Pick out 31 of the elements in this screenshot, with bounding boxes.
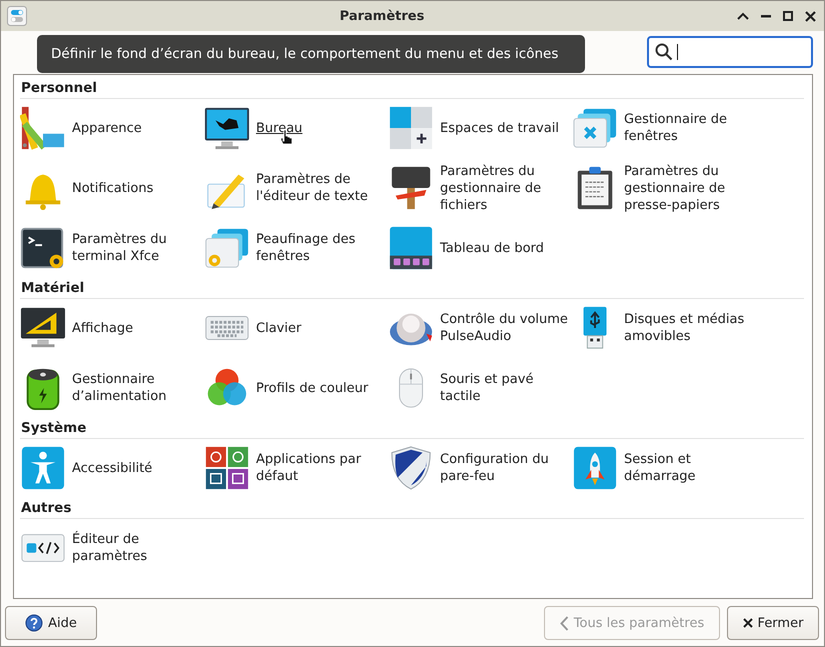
section-heading: Système (20, 419, 804, 439)
settings-item[interactable]: Paramètres de l'éditeur de texte (256, 171, 384, 205)
section-heading: Personnel (20, 79, 804, 99)
section-heading: Autres (20, 499, 804, 519)
settings-item[interactable]: Bureau (256, 120, 384, 136)
settings-item[interactable]: Gestionnaire d’alimentation (72, 371, 200, 405)
settings-item[interactable]: Éditeur de paramètres (72, 531, 200, 565)
section-heading: Matériel (20, 279, 804, 299)
settings-item[interactable]: Espaces de travail (440, 120, 568, 136)
settings-item[interactable]: Applications par défaut (256, 451, 384, 485)
settings-item[interactable]: Clavier (256, 320, 384, 336)
settings-item[interactable]: Disques et médias amovibles (624, 311, 752, 345)
settings-item[interactable]: Contrôle du volume PulseAudio (440, 311, 568, 345)
settings-item[interactable]: Peaufinage des fenêtres (256, 231, 384, 265)
settings-item[interactable]: Gestionnaire de fenêtres (624, 111, 752, 145)
settings-item[interactable]: Accessibilité (72, 460, 200, 476)
settings-item[interactable]: Affichage (72, 320, 200, 336)
tooltip: Définir le fond d’écran du bureau, le comportement du menu et des icônes (37, 35, 585, 73)
settings-item[interactable]: Profils de couleur (256, 380, 384, 396)
window-title: Paramètres (338, 8, 426, 24)
help-button[interactable]: Aide (5, 606, 97, 640)
settings-item[interactable]: Configuration du pare-feu (440, 451, 568, 485)
settings-item[interactable]: Paramètres du gestionnaire de presse-papiers (624, 162, 752, 214)
settings-item[interactable]: Souris et pavé tactile (440, 371, 568, 405)
settings-item[interactable]: Paramètres du gestionnaire de fichiers (440, 162, 568, 214)
settings-item[interactable]: Tableau de bord (440, 240, 568, 256)
settings-item[interactable]: Apparence (72, 120, 200, 136)
settings-item[interactable]: Notifications (72, 180, 200, 196)
close-button[interactable]: Fermer (727, 606, 819, 640)
settings-item[interactable]: Paramètres du terminal Xfce (72, 231, 200, 265)
settings-item[interactable]: Session et démarrage (624, 451, 752, 485)
